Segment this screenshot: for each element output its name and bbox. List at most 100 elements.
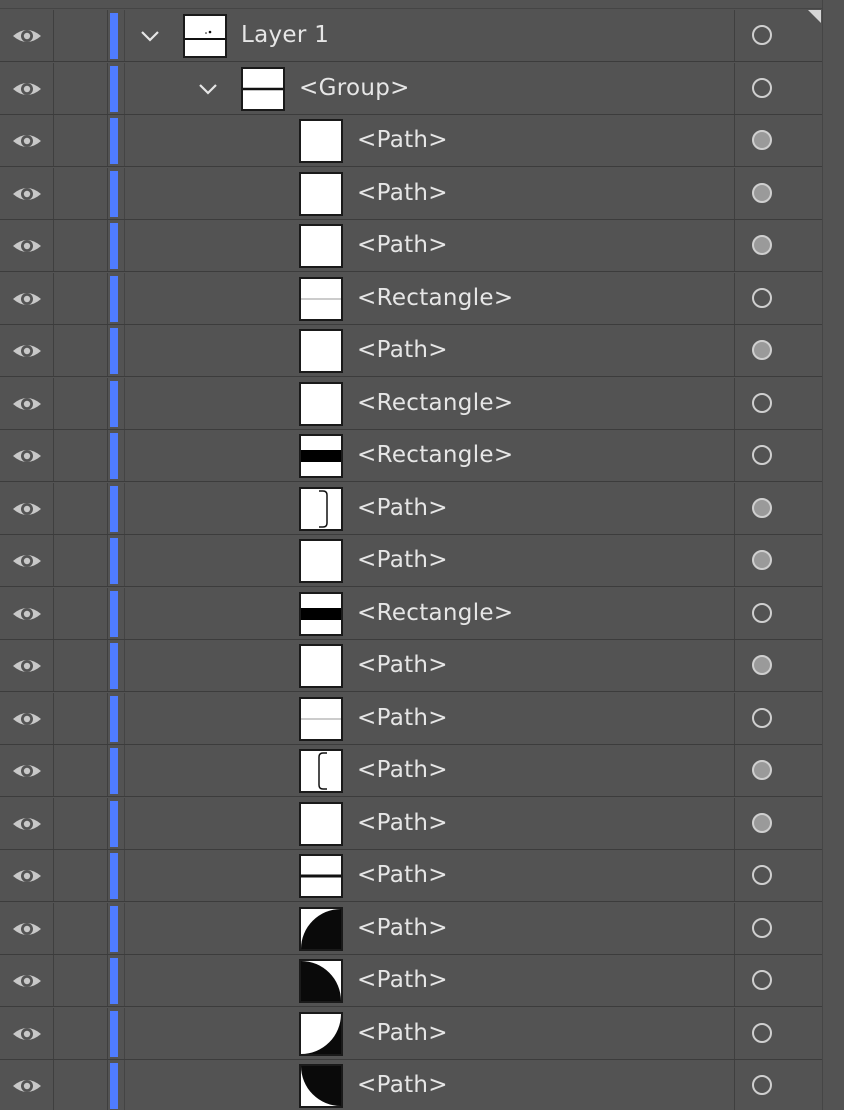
visibility-toggle[interactable] [0, 115, 54, 166]
layer-thumbnail[interactable] [299, 696, 343, 741]
layer-name[interactable]: <Path> [357, 483, 448, 534]
target-cell[interactable] [734, 167, 822, 219]
layer-thumbnail[interactable] [299, 906, 343, 951]
visibility-toggle[interactable] [0, 430, 54, 481]
lock-toggle[interactable] [54, 1007, 108, 1059]
layer-thumbnail[interactable] [299, 749, 343, 793]
target-cell[interactable] [734, 640, 822, 691]
target-circle-icon[interactable] [752, 392, 772, 413]
layer-item-row[interactable]: <Path> [0, 797, 822, 850]
layer-row[interactable]: Layer 1 [0, 10, 822, 62]
target-circle-icon[interactable] [752, 1022, 772, 1043]
layer-name[interactable]: <Path> [357, 640, 448, 691]
lock-toggle[interactable] [54, 640, 108, 691]
lock-toggle[interactable] [54, 535, 108, 586]
target-cell[interactable] [734, 430, 822, 481]
eye-icon[interactable] [11, 1075, 43, 1097]
lock-toggle[interactable] [54, 955, 108, 1006]
eye-icon[interactable] [11, 970, 43, 992]
layer-name[interactable]: <Path> [357, 745, 448, 796]
eye-icon[interactable] [11, 235, 43, 257]
eye-icon[interactable] [11, 550, 43, 572]
layer-name[interactable]: <Path> [357, 798, 448, 849]
eye-icon[interactable] [11, 603, 43, 625]
eye-icon[interactable] [11, 25, 43, 47]
layer-item-row[interactable]: <Path> [0, 692, 822, 745]
lock-toggle[interactable] [54, 482, 108, 534]
layer-thumbnail[interactable] [299, 801, 343, 846]
lock-toggle[interactable] [54, 272, 108, 324]
eye-icon[interactable] [11, 498, 43, 520]
eye-icon[interactable] [11, 655, 43, 677]
layer-name[interactable]: <Path> [357, 850, 448, 901]
layer-thumbnail[interactable] [299, 486, 343, 531]
target-cell[interactable] [734, 692, 822, 744]
target-cell[interactable] [734, 1060, 822, 1110]
layer-thumbnail[interactable] [299, 539, 343, 583]
target-circle-icon[interactable] [752, 917, 772, 938]
visibility-toggle[interactable] [0, 10, 54, 61]
target-circle-icon[interactable] [752, 287, 772, 308]
lock-toggle[interactable] [54, 430, 108, 481]
target-cell[interactable] [734, 955, 822, 1006]
layer-thumbnail[interactable] [299, 854, 343, 898]
visibility-toggle[interactable] [0, 272, 54, 324]
target-filled-icon[interactable] [752, 497, 772, 518]
layer-name[interactable]: <Rectangle> [357, 273, 513, 324]
lock-toggle[interactable] [54, 692, 108, 744]
layer-thumbnail[interactable] [299, 224, 343, 268]
target-filled-icon[interactable] [752, 182, 772, 203]
visibility-toggle[interactable] [0, 535, 54, 586]
target-filled-icon[interactable] [752, 340, 772, 360]
layer-name[interactable]: <Path> [357, 168, 448, 219]
layer-item-row[interactable]: <Rectangle> [0, 272, 822, 325]
target-filled-icon[interactable] [752, 760, 772, 780]
layer-item-row[interactable]: <Rectangle> [0, 587, 822, 640]
layer-name[interactable]: <Path> [357, 535, 448, 586]
target-cell[interactable] [734, 535, 822, 586]
target-cell[interactable] [734, 902, 822, 954]
visibility-toggle[interactable] [0, 902, 54, 954]
panel-menu-corner-icon[interactable] [808, 10, 821, 23]
layer-item-row[interactable]: <Path> [0, 902, 822, 955]
layer-thumbnail[interactable] [241, 66, 285, 111]
eye-icon[interactable] [11, 183, 43, 205]
layer-thumbnail[interactable] [299, 381, 343, 426]
lock-toggle[interactable] [54, 220, 108, 271]
lock-toggle[interactable] [54, 745, 108, 796]
lock-toggle[interactable] [54, 1060, 108, 1110]
lock-toggle[interactable] [54, 62, 108, 114]
group-row[interactable]: <Group> [0, 62, 822, 115]
visibility-toggle[interactable] [0, 797, 54, 849]
layer-thumbnail[interactable] [299, 1064, 343, 1108]
target-filled-icon[interactable] [752, 812, 772, 833]
visibility-toggle[interactable] [0, 692, 54, 744]
layer-thumbnail[interactable] [299, 171, 343, 216]
lock-toggle[interactable] [54, 850, 108, 901]
visibility-toggle[interactable] [0, 325, 54, 376]
eye-icon[interactable] [11, 1023, 43, 1045]
lock-toggle[interactable] [54, 325, 108, 376]
eye-icon[interactable] [11, 393, 43, 415]
target-cell[interactable] [734, 587, 822, 639]
chevron-down-icon[interactable] [197, 78, 219, 100]
target-circle-icon[interactable] [752, 445, 772, 465]
visibility-toggle[interactable] [0, 1007, 54, 1059]
target-cell[interactable] [734, 62, 822, 114]
layer-name[interactable]: <Path> [357, 220, 448, 271]
layer-name[interactable]: <Path> [357, 1008, 448, 1059]
layer-item-row[interactable]: <Path> [0, 1060, 822, 1110]
target-cell[interactable] [734, 115, 822, 166]
target-circle-icon[interactable] [752, 25, 772, 45]
layer-item-row[interactable]: <Path> [0, 745, 822, 797]
layer-item-row[interactable]: <Path> [0, 640, 822, 692]
visibility-toggle[interactable] [0, 1060, 54, 1110]
eye-icon[interactable] [11, 813, 43, 835]
chevron-down-icon[interactable] [139, 25, 161, 47]
layer-name[interactable]: <Group> [299, 63, 410, 114]
target-circle-icon[interactable] [752, 970, 772, 990]
layer-thumbnail[interactable] [299, 1011, 343, 1056]
layer-thumbnail[interactable] [299, 276, 343, 321]
layer-item-row[interactable]: <Path> [0, 167, 822, 220]
layer-name[interactable]: <Path> [357, 903, 448, 954]
